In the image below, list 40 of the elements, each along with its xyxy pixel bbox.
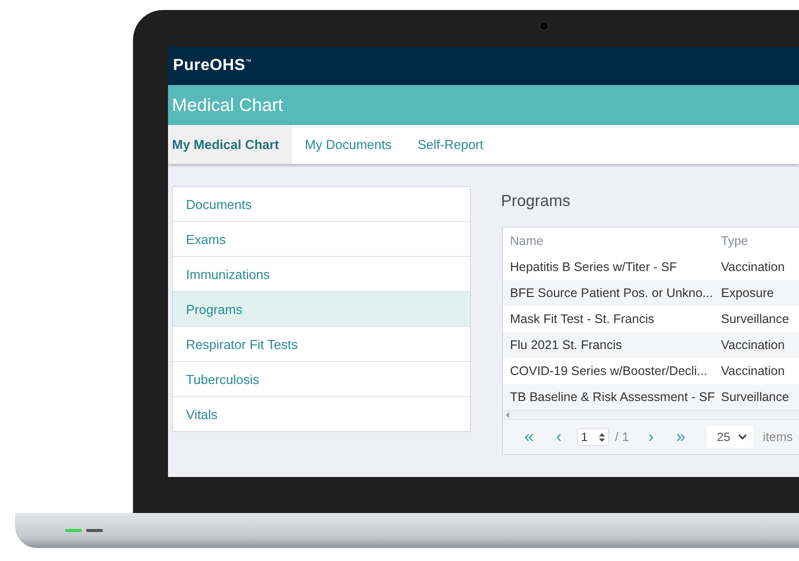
table-cell-text: Mask Fit Test - St. Francis [509,312,656,326]
camera-icon [539,21,549,31]
last-page-button[interactable]: » [668,427,693,447]
tab[interactable]: My Documents [292,125,405,164]
section-title: Programs [501,193,572,211]
column-header[interactable]: Name [503,234,721,248]
table-cell-text: COVID-19 Series w/Booster/Decli... [509,364,708,378]
first-page-button[interactable]: « [517,427,541,447]
port-icon [86,529,103,532]
sidebar-item[interactable]: Vitals [173,397,470,431]
sidebar-item[interactable]: Tuberculosis [173,362,470,397]
table-cell: Vaccination [721,338,785,352]
page-size-label: items [762,430,793,444]
previous-page-button[interactable]: ‹ [547,427,571,447]
sidebar-item[interactable]: Programs [173,292,470,327]
page-input[interactable]: 1 [577,428,609,446]
table-cell-text: Flu 2021 St. Francis [509,338,623,352]
sidebar-item[interactable]: Documents [173,187,470,222]
table-cell: Exposure [721,286,774,300]
page-total: / 1 [615,430,629,444]
table-cell: Surveillance [721,390,790,404]
table-cell: Vaccination [721,364,785,378]
brand-logo: PureOHS$^{™}$ [173,57,252,75]
column-header[interactable]: Type [721,234,748,248]
spinner-icon[interactable] [599,432,605,442]
horizontal-scrollbar[interactable] [503,410,799,419]
table-cell: Surveillance [721,312,790,326]
caret-icon [738,434,747,440]
table-cell-text: BFE Source Patient Pos. or Unkno... [509,286,714,300]
table-cell-text: Hepatitis B Series w/Titer - SF [509,260,678,274]
page-title: Medical Chart [172,94,284,116]
table-cell: Vaccination [721,260,785,274]
sidebar-item[interactable]: Exams [173,222,470,257]
next-page-button[interactable]: › [638,427,663,447]
page-size-select[interactable]: 25 [706,426,753,448]
sidebar-item[interactable]: Respirator Fit Tests [173,327,470,362]
tab[interactable]: Self-Report [404,125,496,164]
power-light-icon [65,529,82,532]
table-cell-text: TB Baseline & Risk Assessment - SF [509,390,716,404]
tab[interactable]: My Medical Chart [168,125,292,164]
